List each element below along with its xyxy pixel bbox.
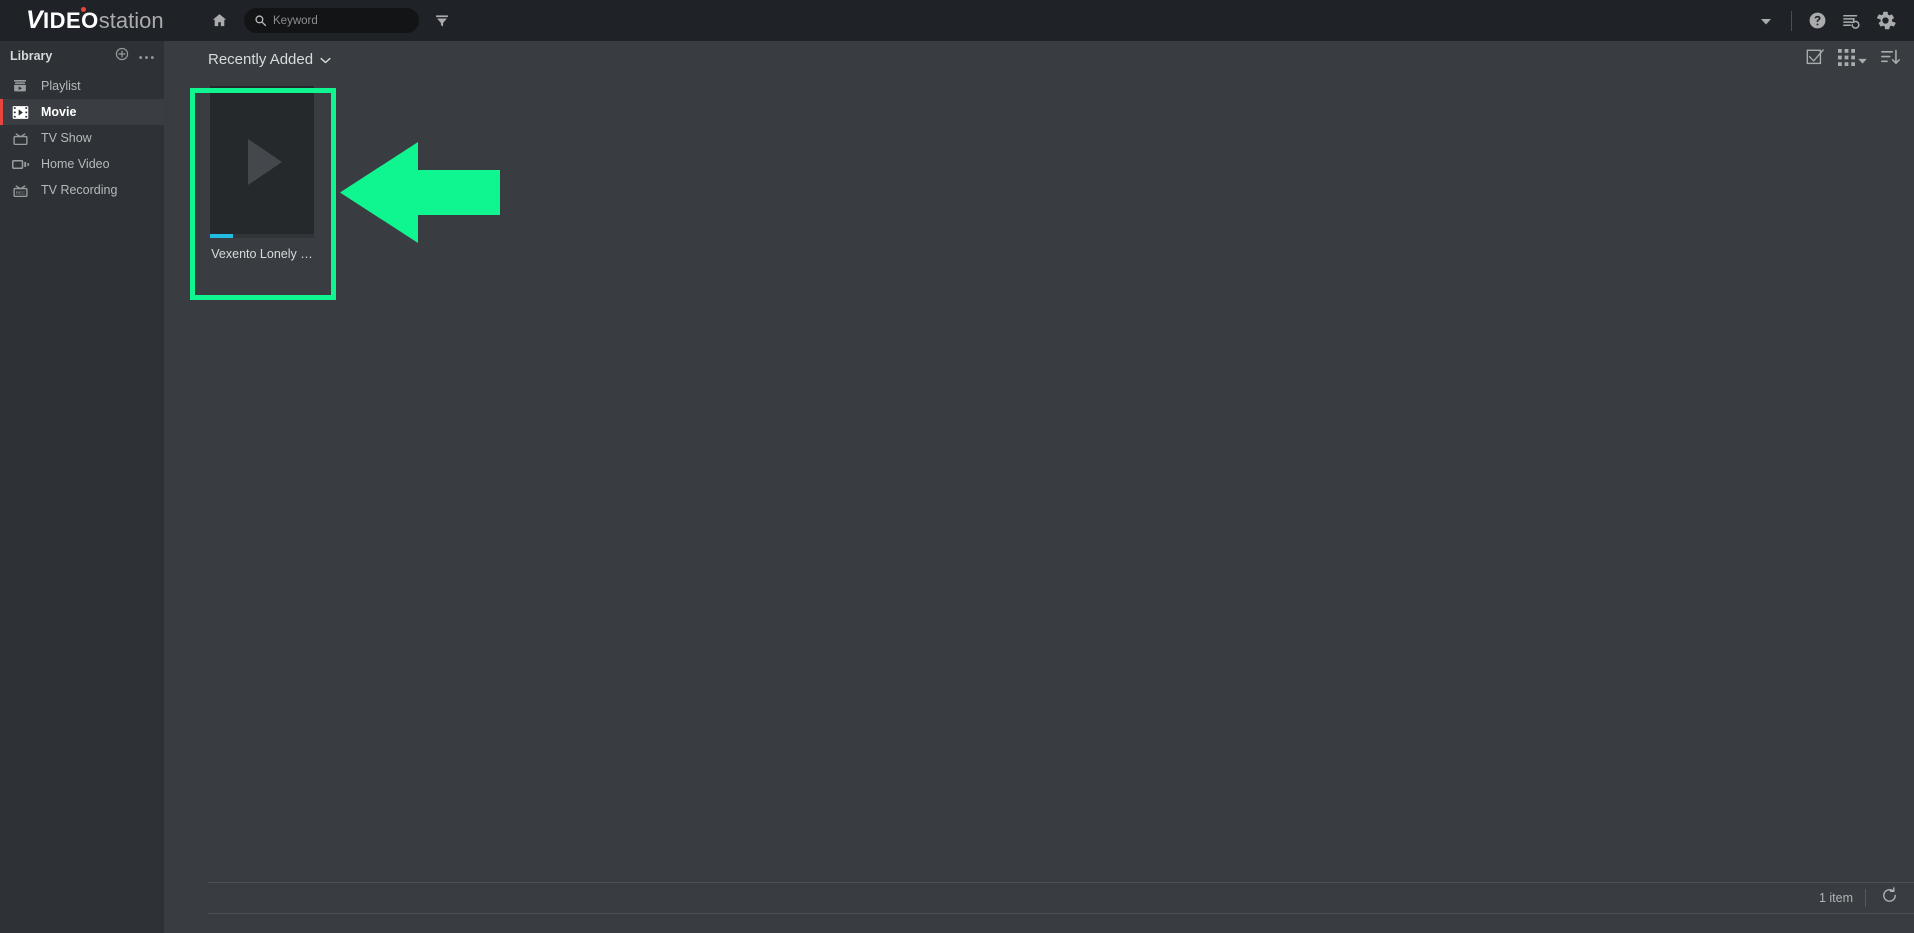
top-bar-center	[202, 4, 459, 38]
select-mode-button[interactable]	[1806, 48, 1824, 71]
sidebar-item-label: Home Video	[41, 157, 110, 171]
sidebar-item-tv-recording[interactable]: REC TV Recording	[0, 177, 164, 203]
main-content: Recently Added Vexento Lonely … 1 item	[164, 41, 1914, 933]
sort-dropdown[interactable]: Recently Added	[208, 51, 331, 69]
home-button[interactable]	[202, 4, 236, 38]
watch-progress-fill	[210, 234, 233, 238]
sort-descending-icon	[1881, 48, 1900, 71]
camcorder-icon	[12, 158, 34, 171]
logo-station-word: station	[98, 8, 164, 33]
search-box[interactable]	[244, 8, 419, 33]
sidebar-item-label: TV Show	[41, 131, 92, 145]
gear-icon	[1875, 10, 1896, 31]
media-thumbnail[interactable]	[210, 86, 314, 238]
log-history-icon	[1841, 11, 1861, 30]
logo-red-dot	[81, 7, 86, 12]
sidebar-item-tv-show[interactable]: TV Show	[0, 125, 164, 151]
sidebar-item-home-video[interactable]: Home Video	[0, 151, 164, 177]
ellipsis-icon	[138, 47, 154, 65]
search-icon	[254, 14, 267, 27]
help-icon	[1808, 11, 1827, 30]
sidebar-title: Library	[10, 49, 53, 63]
sidebar-item-label: TV Recording	[41, 183, 118, 197]
sidebar-item-playlist[interactable]: Playlist	[0, 73, 164, 99]
settings-button[interactable]	[1868, 4, 1902, 38]
film-strip-icon	[12, 105, 34, 120]
top-bar-divider	[1791, 10, 1792, 31]
watch-progress-bar	[210, 234, 314, 238]
tv-rec-icon: REC	[12, 182, 34, 198]
videostation-window: VIDEOstation Keyword Library Playlist Mo…	[0, 0, 1914, 933]
chevron-down-icon	[1761, 12, 1771, 30]
logo-video-word: IDEO	[42, 8, 99, 33]
playlist-icon	[12, 78, 34, 94]
main-toolbar: Recently Added	[164, 41, 1914, 78]
sidebar-item-label: Playlist	[41, 79, 81, 93]
log-history-button[interactable]	[1834, 4, 1868, 38]
view-mode-button[interactable]	[1838, 48, 1867, 71]
sidebar-header: Library	[0, 41, 164, 71]
footer-divider-bottom	[208, 913, 1914, 914]
sidebar: Library Playlist Movie TV Show Home Vide…	[0, 41, 164, 933]
status-bar: 1 item	[208, 883, 1914, 913]
item-count-label: 1 item	[1818, 891, 1853, 905]
sidebar-item-movie[interactable]: Movie	[0, 99, 164, 125]
top-bar: VIDEOstation	[0, 0, 1914, 41]
sort-dropdown-label: Recently Added	[208, 51, 314, 68]
logo-v-letter: V	[26, 6, 43, 34]
sidebar-header-actions	[112, 46, 156, 66]
media-card[interactable]: Vexento Lonely …	[210, 86, 314, 261]
play-icon	[248, 139, 282, 185]
status-bar-divider	[1865, 889, 1866, 907]
add-library-button[interactable]	[112, 46, 132, 66]
refresh-button[interactable]	[1878, 887, 1900, 909]
checkbox-check-icon	[1806, 48, 1824, 71]
sidebar-item-list: Playlist Movie TV Show Home Video REC TV…	[0, 73, 164, 203]
media-grid: Vexento Lonely …	[164, 78, 1914, 261]
grid-view-icon	[1838, 48, 1855, 71]
logo-text: VIDEOstation	[26, 6, 164, 34]
search-input[interactable]	[273, 14, 409, 27]
filter-icon	[434, 13, 450, 29]
refresh-icon	[1881, 887, 1898, 909]
tv-icon	[12, 130, 34, 146]
sidebar-item-label: Movie	[41, 105, 77, 119]
user-menu-button[interactable]	[1749, 4, 1783, 38]
sidebar-more-button[interactable]	[136, 46, 156, 66]
svg-text:REC: REC	[16, 191, 26, 196]
help-button[interactable]	[1800, 4, 1834, 38]
filter-button[interactable]	[425, 4, 459, 38]
chevron-down-icon	[320, 51, 331, 69]
main-toolbar-right	[1806, 48, 1900, 71]
plus-circle-icon	[115, 47, 129, 66]
app-logo[interactable]: VIDEOstation	[0, 0, 200, 41]
sort-order-button[interactable]	[1881, 48, 1900, 71]
home-icon	[211, 12, 228, 29]
top-bar-right	[1749, 0, 1914, 41]
chevron-down-icon	[1858, 51, 1867, 69]
media-card-title: Vexento Lonely …	[211, 247, 313, 261]
